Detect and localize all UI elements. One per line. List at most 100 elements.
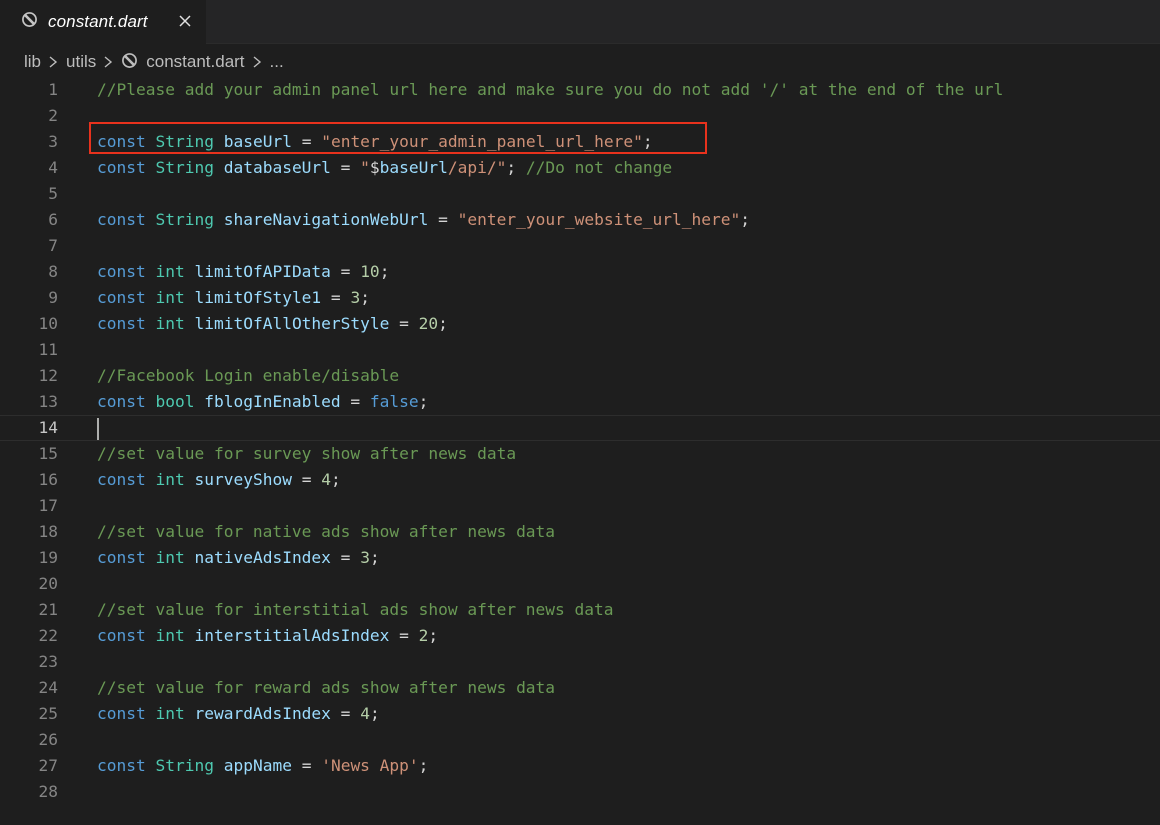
- code-line[interactable]: 28: [0, 779, 1160, 805]
- code-line[interactable]: 3 const String baseUrl = "enter_your_admi…: [0, 129, 1160, 155]
- chevron-right-icon: [47, 54, 59, 70]
- code-line[interactable]: 21 //set value for interstitial ads show …: [0, 597, 1160, 623]
- line-code: //set value for interstitial ads show af…: [97, 597, 614, 623]
- code-line[interactable]: 12 //Facebook Login enable/disable: [0, 363, 1160, 389]
- code-line[interactable]: 27 const String appName = 'News App';: [0, 753, 1160, 779]
- code-line[interactable]: 19 const int nativeAdsIndex = 3;: [0, 545, 1160, 571]
- line-number: 26: [38, 730, 59, 749]
- line-number: 23: [38, 652, 59, 671]
- code-token: baseUrl: [223, 132, 292, 151]
- code-line[interactable]: 25 const int rewardAdsIndex = 4;: [0, 701, 1160, 727]
- line-number: 22: [38, 626, 59, 645]
- code-token: //Do not change: [525, 158, 673, 177]
- code-line[interactable]: 26: [0, 727, 1160, 753]
- line-number: 6: [48, 210, 58, 229]
- line-number: 15: [38, 444, 59, 463]
- line-number: 10: [38, 314, 59, 333]
- code-line[interactable]: 11: [0, 337, 1160, 363]
- line-number: 25: [38, 704, 59, 723]
- code-token: interstitialAdsIndex: [194, 626, 390, 645]
- code-token: int: [155, 288, 185, 307]
- code-token: =: [330, 262, 361, 281]
- code-line[interactable]: 24 //set value for reward ads show after …: [0, 675, 1160, 701]
- code-line[interactable]: 16 const int surveyShow = 4;: [0, 467, 1160, 493]
- code-line[interactable]: 5: [0, 181, 1160, 207]
- code-token: ;: [369, 548, 380, 567]
- code-line[interactable]: 22 const int interstitialAdsIndex = 2;: [0, 623, 1160, 649]
- breadcrumb-item-file[interactable]: constant.dart: [146, 52, 244, 72]
- code-token: ;: [379, 262, 390, 281]
- code-token: int: [155, 262, 185, 281]
- code-token: const: [97, 288, 146, 307]
- code-token: ;: [740, 210, 751, 229]
- code-token: String: [155, 132, 214, 151]
- code-line[interactable]: 17: [0, 493, 1160, 519]
- line-code: const String shareNavigationWebUrl = "en…: [97, 207, 750, 233]
- code-token: =: [291, 132, 322, 151]
- close-icon[interactable]: [175, 11, 195, 31]
- code-token: nativeAdsIndex: [194, 548, 331, 567]
- code-line[interactable]: 14: [0, 415, 1160, 441]
- editor-window: constant.dart lib utils constant.dart ..…: [0, 0, 1160, 825]
- tab-constant-dart[interactable]: constant.dart: [0, 0, 206, 44]
- code-token: int: [155, 704, 185, 723]
- line-code: const int surveyShow = 4;: [97, 467, 341, 493]
- code-token: String: [155, 210, 214, 229]
- code-token: 'News App': [321, 756, 419, 775]
- code-line[interactable]: 10 const int limitOfAllOtherStyle = 20;: [0, 311, 1160, 337]
- line-code: const int limitOfAllOtherStyle = 20;: [97, 311, 448, 337]
- code-line[interactable]: 1 //Please add your admin panel url here …: [0, 77, 1160, 103]
- code-token: shareNavigationWebUrl: [223, 210, 429, 229]
- code-line[interactable]: 7: [0, 233, 1160, 259]
- code-line[interactable]: 9 const int limitOfStyle1 = 3;: [0, 285, 1160, 311]
- line-code: const int limitOfAPIData = 10;: [97, 259, 389, 285]
- code-token: =: [291, 470, 322, 489]
- code-token: ;: [418, 756, 429, 775]
- code-line[interactable]: 15 //set value for survey show after news…: [0, 441, 1160, 467]
- code-line[interactable]: 2: [0, 103, 1160, 129]
- code-token: 3: [350, 288, 361, 307]
- tab-bar: constant.dart: [0, 0, 1160, 44]
- line-number: 16: [38, 470, 59, 489]
- code-token: limitOfAllOtherStyle: [194, 314, 390, 333]
- code-line[interactable]: 4 const String databaseUrl = "$baseUrl/ap…: [0, 155, 1160, 181]
- breadcrumb-item-symbols[interactable]: ...: [270, 52, 284, 72]
- line-number: 19: [38, 548, 59, 567]
- breadcrumb-item-utils[interactable]: utils: [66, 52, 96, 72]
- code-token: const: [97, 262, 146, 281]
- text-cursor: [97, 418, 99, 440]
- code-line[interactable]: 18 //set value for native ads show after …: [0, 519, 1160, 545]
- code-token: ;: [428, 626, 439, 645]
- code-token: false: [369, 392, 419, 411]
- code-line[interactable]: 13 const bool fblogInEnabled = false;: [0, 389, 1160, 415]
- code-token: =: [389, 626, 419, 645]
- code-token: =: [321, 288, 351, 307]
- line-code: //Please add your admin panel url here a…: [97, 77, 1003, 103]
- line-code: const String appName = 'News App';: [97, 753, 428, 779]
- code-line[interactable]: 20: [0, 571, 1160, 597]
- line-number: 5: [48, 184, 58, 203]
- line-number: 17: [38, 496, 59, 515]
- line-number: 12: [38, 366, 59, 385]
- code-token: =: [330, 158, 361, 177]
- code-token: "enter_your_admin_panel_url_here": [321, 132, 643, 151]
- chevron-right-icon: [251, 54, 263, 70]
- code-token: const: [97, 210, 146, 229]
- line-number: 18: [38, 522, 59, 541]
- code-line[interactable]: 6 const String shareNavigationWebUrl = "e…: [0, 207, 1160, 233]
- line-number: 14: [38, 418, 59, 437]
- code-line[interactable]: 8 const int limitOfAPIData = 10;: [0, 259, 1160, 285]
- code-editor[interactable]: 1 //Please add your admin panel url here …: [0, 77, 1160, 825]
- breadcrumb-item-lib[interactable]: lib: [24, 52, 41, 72]
- line-code: const String databaseUrl = "$baseUrl/api…: [97, 155, 672, 181]
- code-token: /api/": [447, 158, 507, 177]
- line-number: 24: [38, 678, 59, 697]
- code-line[interactable]: 23: [0, 649, 1160, 675]
- code-token: const: [97, 158, 146, 177]
- line-number: 9: [48, 288, 58, 307]
- code-token: const: [97, 132, 146, 151]
- code-token: const: [97, 548, 146, 567]
- line-code: const int interstitialAdsIndex = 2;: [97, 623, 438, 649]
